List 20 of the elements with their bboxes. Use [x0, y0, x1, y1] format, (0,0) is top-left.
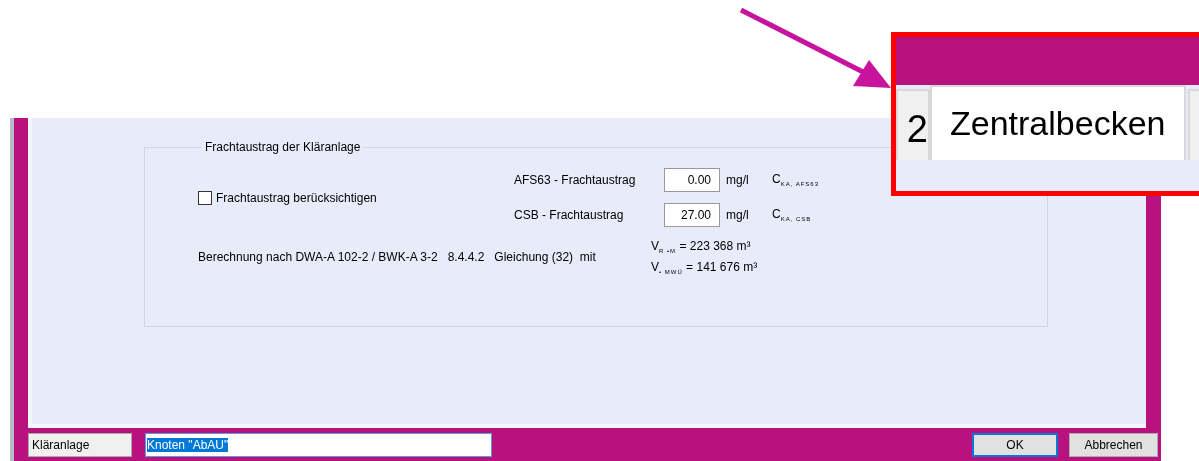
checkbox-label[interactable]: Frachtaustrag berücksichtigen: [216, 190, 377, 205]
load-label: AFS63 - Frachtaustrag: [514, 173, 637, 187]
ok-button[interactable]: OK: [972, 432, 1058, 457]
cancel-button[interactable]: Abbrechen: [1069, 432, 1158, 457]
unit-label: mg/l: [725, 173, 750, 187]
tab[interactable]: 2: [896, 89, 930, 160]
load-label: CSB - Frachtaustrag: [514, 208, 625, 222]
tab[interactable]: Zentralbecken: [930, 85, 1186, 160]
node-field[interactable]: Knoten "AbAU": [145, 432, 492, 457]
volume-text: V$_{R •M}$ = 223 368 m³: [651, 239, 752, 255]
method-text: Berechnung nach DWA-A 102-2 / BWK-A 3-2 8.4.4.2 Gleichung (32) mit: [198, 250, 597, 265]
symbol-label: C$_{KA, CSB}$: [771, 207, 813, 223]
symbol-label: C$_{KA, AFS63}$: [771, 172, 821, 188]
name-field[interactable]: Kläranlage: [28, 432, 132, 457]
group-title: Frachtaustrag der Kläranlage: [204, 140, 362, 154]
load-field[interactable]: 0.00: [664, 168, 720, 192]
volume-text: V$_{• MWÜ}$ = 141 676 m³: [651, 260, 758, 276]
unit-label: mg/l: [725, 208, 750, 222]
load-field[interactable]: 27.00: [664, 203, 720, 227]
checkbox[interactable]: [198, 190, 212, 205]
